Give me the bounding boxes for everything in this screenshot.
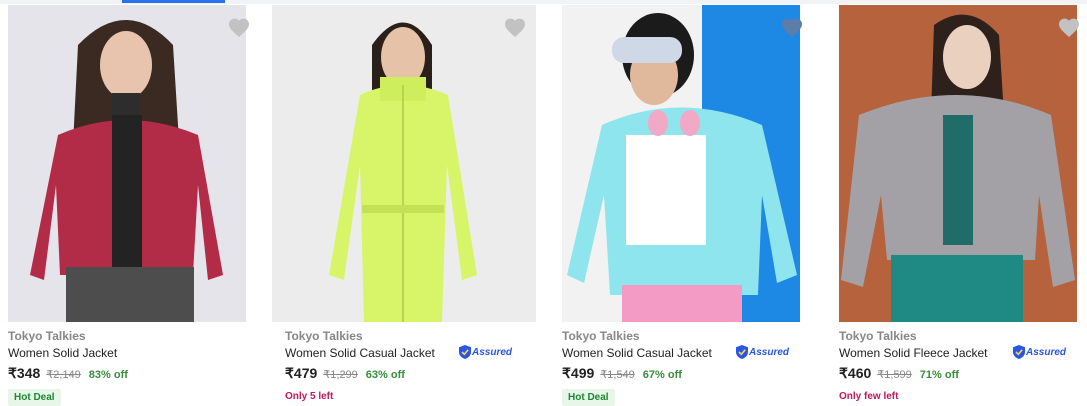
product-image[interactable] — [562, 5, 800, 322]
hot-deal-badge: Hot Deal — [562, 389, 615, 406]
wishlist-heart-icon[interactable] — [227, 16, 251, 40]
original-price: ₹1,299 — [323, 369, 358, 381]
product-card[interactable]: Tokyo Talkies Women Solid Jacket ₹348 ₹2,… — [8, 4, 270, 406]
discount-percent: 71% off — [919, 369, 959, 381]
active-filter-indicator — [122, 0, 225, 3]
product-title[interactable]: Women Solid Jacket — [8, 346, 117, 360]
product-grid: Tokyo Talkies Women Solid Jacket ₹348 ₹2,… — [0, 4, 1087, 406]
selling-price: ₹499 — [562, 365, 595, 381]
selling-price: ₹479 — [285, 365, 318, 381]
assured-label: Assured — [1026, 346, 1067, 358]
wishlist-heart-icon[interactable] — [780, 16, 804, 40]
assured-badge: Assured — [736, 345, 789, 359]
stock-warning: Only 5 left — [285, 391, 334, 402]
shield-icon — [459, 345, 471, 359]
product-brand: Tokyo Talkies — [285, 329, 363, 343]
price-row: ₹499 ₹1,549 67% off — [562, 365, 682, 382]
original-price: ₹1,549 — [600, 369, 635, 381]
discount-percent: 83% off — [88, 369, 128, 381]
product-image[interactable] — [8, 5, 246, 322]
discount-percent: 63% off — [365, 369, 405, 381]
product-image[interactable] — [272, 5, 536, 322]
stock-warning: Only few left — [839, 391, 899, 402]
assured-badge: Assured — [459, 345, 512, 359]
assured-label: Assured — [472, 346, 513, 358]
product-brand: Tokyo Talkies — [839, 329, 917, 343]
hot-deal-badge: Hot Deal — [8, 389, 61, 406]
price-row: ₹348 ₹2,149 83% off — [8, 365, 128, 382]
shield-icon — [1013, 345, 1025, 359]
shield-icon — [736, 345, 748, 359]
product-title[interactable]: Women Solid Casual Jacket — [562, 346, 712, 360]
original-price: ₹2,149 — [46, 369, 81, 381]
product-card[interactable]: Tokyo Talkies Women Solid Casual Jacket … — [272, 4, 547, 405]
selling-price: ₹348 — [8, 365, 41, 381]
wishlist-heart-icon[interactable] — [503, 16, 527, 40]
selling-price: ₹460 — [839, 365, 872, 381]
assured-badge: Assured — [1013, 345, 1066, 359]
product-card[interactable]: Tokyo Talkies Women Solid Fleece Jacket … — [839, 4, 1079, 405]
discount-percent: 67% off — [642, 369, 682, 381]
product-brand: Tokyo Talkies — [562, 329, 640, 343]
product-title[interactable]: Women Solid Fleece Jacket — [839, 346, 988, 360]
product-brand: Tokyo Talkies — [8, 329, 86, 343]
price-row: ₹460 ₹1,599 71% off — [839, 365, 959, 382]
wishlist-heart-icon[interactable] — [1057, 16, 1081, 40]
product-image[interactable] — [839, 5, 1077, 322]
product-title[interactable]: Women Solid Casual Jacket — [285, 346, 435, 360]
price-row: ₹479 ₹1,299 63% off — [285, 365, 405, 382]
product-card[interactable]: Tokyo Talkies Women Solid Casual Jacket … — [562, 4, 824, 406]
original-price: ₹1,599 — [877, 369, 912, 381]
assured-label: Assured — [749, 346, 790, 358]
